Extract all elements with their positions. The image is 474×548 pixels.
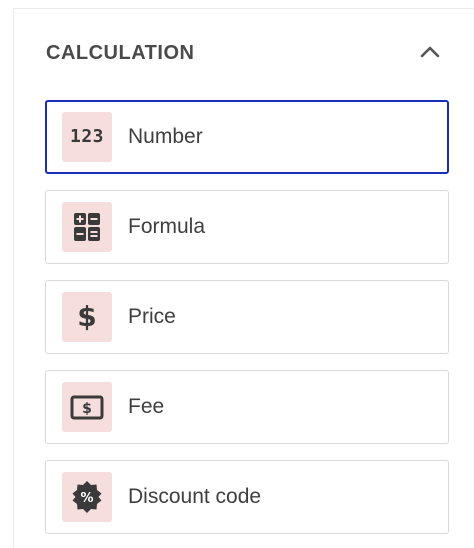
svg-text:$: $ [82, 401, 92, 417]
calculator-icon [62, 202, 112, 252]
number-123-icon: 123 [62, 112, 112, 162]
field-option-label: Formula [128, 215, 206, 238]
field-option-label: Number [128, 125, 203, 148]
field-option-number[interactable]: 123 Number [45, 100, 449, 174]
field-option-price[interactable]: $ Price [45, 280, 449, 354]
field-option-discount-code[interactable]: % Discount code [45, 460, 449, 534]
chevron-up-icon[interactable] [418, 40, 442, 64]
field-option-fee[interactable]: $ Fee [45, 370, 449, 444]
section-title: CALCULATION [46, 42, 195, 64]
field-option-label: Fee [128, 395, 165, 418]
section-header: CALCULATION [46, 40, 446, 70]
dollar-icon: $ [62, 292, 112, 342]
percent-badge-icon: % [62, 472, 112, 522]
svg-text:%: % [80, 491, 93, 506]
field-option-label: Discount code [128, 485, 262, 508]
banknote-icon: $ [62, 382, 112, 432]
field-option-label: Price [128, 305, 176, 328]
field-option-formula[interactable]: Formula [45, 190, 449, 264]
